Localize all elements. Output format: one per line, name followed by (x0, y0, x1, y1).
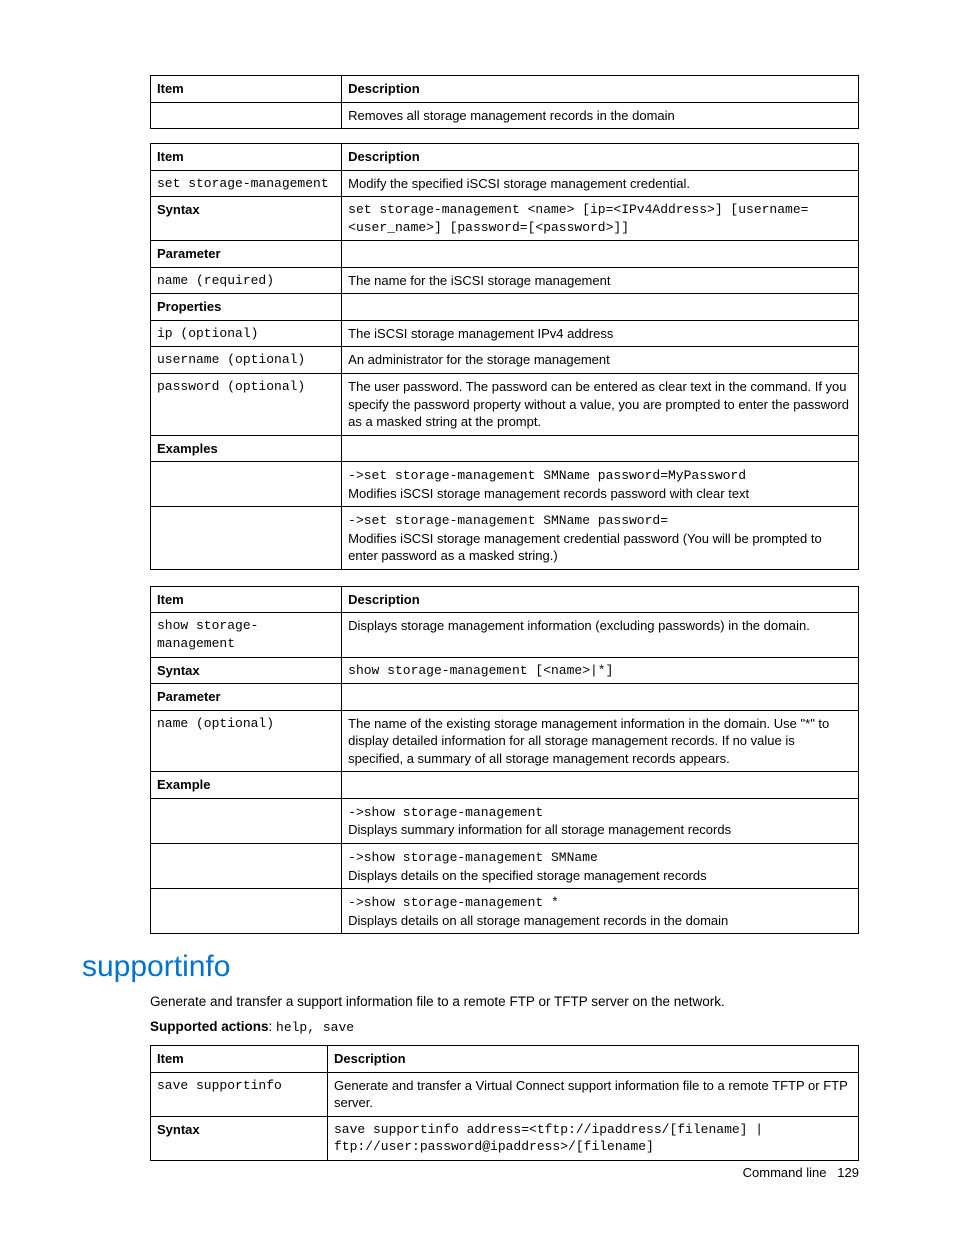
table-row: Syntax save supportinfo address=<tftp://… (151, 1116, 859, 1160)
cell-item: ip (optional) (151, 320, 342, 347)
code-line: ->show storage-management SMName (348, 850, 598, 865)
intro-paragraph: Generate and transfer a support informat… (150, 994, 859, 1009)
cell-desc: Displays storage management information … (342, 613, 859, 657)
cell-desc: An administrator for the storage managem… (342, 347, 859, 374)
cell-desc: ->show storage-management Displays summa… (342, 798, 859, 843)
text-line: Displays summary information for all sto… (348, 822, 731, 837)
table-row: Syntax set storage-management <name> [ip… (151, 197, 859, 241)
cell-item: Properties (151, 294, 342, 321)
cell-item (151, 798, 342, 843)
page-footer: Command line 129 (743, 1165, 859, 1180)
cell-desc: Generate and transfer a Virtual Connect … (328, 1072, 859, 1116)
cell-desc: Modify the specified iSCSI storage manag… (342, 170, 859, 197)
text-line: Modifies iSCSI storage management creden… (348, 531, 822, 564)
cell-desc: ->set storage-management SMName password… (342, 462, 859, 507)
table-row: ->show storage-management Displays summa… (151, 798, 859, 843)
cell-item (151, 843, 342, 888)
code-line: ->set storage-management SMName password… (348, 513, 668, 528)
cell-item: Syntax (151, 1116, 328, 1160)
table-row: Syntax show storage-management [<name>|*… (151, 657, 859, 684)
cell-item: Parameter (151, 684, 342, 711)
table-save-supportinfo: Item Description save supportinfo Genera… (150, 1045, 859, 1161)
cell-desc (342, 241, 859, 268)
table-show-storage-management: Item Description show storage-management… (150, 586, 859, 934)
cell-desc: The name of the existing storage managem… (342, 710, 859, 772)
supported-actions-label: Supported actions (150, 1019, 269, 1034)
supported-actions-line: Supported actions: help, save (150, 1019, 859, 1035)
col-header-item: Item (151, 76, 342, 103)
table-row: username (optional) An administrator for… (151, 347, 859, 374)
cell-desc (342, 772, 859, 799)
code-line: ->set storage-management SMName password… (348, 468, 746, 483)
table-row: ->set storage-management SMName password… (151, 462, 859, 507)
table-row: ip (optional) The iSCSI storage manageme… (151, 320, 859, 347)
table-row: Parameter (151, 241, 859, 268)
col-header-description: Description (328, 1046, 859, 1073)
table-row: name (required) The name for the iSCSI s… (151, 267, 859, 294)
footer-page-number: 129 (837, 1165, 859, 1180)
col-header-description: Description (342, 76, 859, 103)
table-remove-records: Item Description Removes all storage man… (150, 75, 859, 129)
cell-desc: ->set storage-management SMName password… (342, 507, 859, 570)
cell-desc: ->show storage-management SMName Display… (342, 843, 859, 888)
cell-item: Syntax (151, 657, 342, 684)
table-row: Properties (151, 294, 859, 321)
cell-item: save supportinfo (151, 1072, 328, 1116)
cell-item: password (optional) (151, 374, 342, 436)
table-row: save supportinfo Generate and transfer a… (151, 1072, 859, 1116)
cell-item (151, 102, 342, 129)
supported-actions-value: help, save (276, 1020, 354, 1035)
table-row: ->show storage-management SMName Display… (151, 843, 859, 888)
table-row: show storage-management Displays storage… (151, 613, 859, 657)
cell-item: username (optional) (151, 347, 342, 374)
cell-desc: set storage-management <name> [ip=<IPv4A… (342, 197, 859, 241)
cell-desc (342, 294, 859, 321)
table-row: Example (151, 772, 859, 799)
cell-item: show storage-management (151, 613, 342, 657)
cell-desc: The iSCSI storage management IPv4 addres… (342, 320, 859, 347)
table-row: set storage-management Modify the specif… (151, 170, 859, 197)
cell-desc: The user password. The password can be e… (342, 374, 859, 436)
table-row: name (optional) The name of the existing… (151, 710, 859, 772)
cell-item (151, 889, 342, 934)
cell-desc: ->show storage-management * Displays det… (342, 889, 859, 934)
table-row: password (optional) The user password. T… (151, 374, 859, 436)
cell-desc: save supportinfo address=<tftp://ipaddre… (328, 1116, 859, 1160)
cell-item (151, 462, 342, 507)
code-line: ->show storage-management * (348, 895, 559, 910)
cell-desc: show storage-management [<name>|*] (342, 657, 859, 684)
col-header-description: Description (342, 586, 859, 613)
text-line: Modifies iSCSI storage management record… (348, 486, 749, 501)
cell-desc: Removes all storage management records i… (342, 102, 859, 129)
cell-item: set storage-management (151, 170, 342, 197)
table-row: ->show storage-management * Displays det… (151, 889, 859, 934)
code-line: ->show storage-management (348, 805, 543, 820)
table-row: ->set storage-management SMName password… (151, 507, 859, 570)
section-heading-supportinfo: supportinfo (82, 950, 859, 984)
text-line: Displays details on the specified storag… (348, 868, 706, 883)
cell-desc: The name for the iSCSI storage managemen… (342, 267, 859, 294)
table-set-storage-management: Item Description set storage-management … (150, 143, 859, 570)
col-header-item: Item (151, 1046, 328, 1073)
cell-item: name (required) (151, 267, 342, 294)
cell-item: name (optional) (151, 710, 342, 772)
table-row: Examples (151, 435, 859, 462)
text-line: Displays details on all storage manageme… (348, 913, 728, 928)
cell-item: Parameter (151, 241, 342, 268)
footer-text: Command line (743, 1165, 827, 1180)
col-header-item: Item (151, 586, 342, 613)
col-header-description: Description (342, 144, 859, 171)
cell-item: Example (151, 772, 342, 799)
cell-desc (342, 435, 859, 462)
cell-item (151, 507, 342, 570)
table-row: Removes all storage management records i… (151, 102, 859, 129)
table-row: Parameter (151, 684, 859, 711)
cell-desc (342, 684, 859, 711)
cell-item: Syntax (151, 197, 342, 241)
cell-item: Examples (151, 435, 342, 462)
col-header-item: Item (151, 144, 342, 171)
